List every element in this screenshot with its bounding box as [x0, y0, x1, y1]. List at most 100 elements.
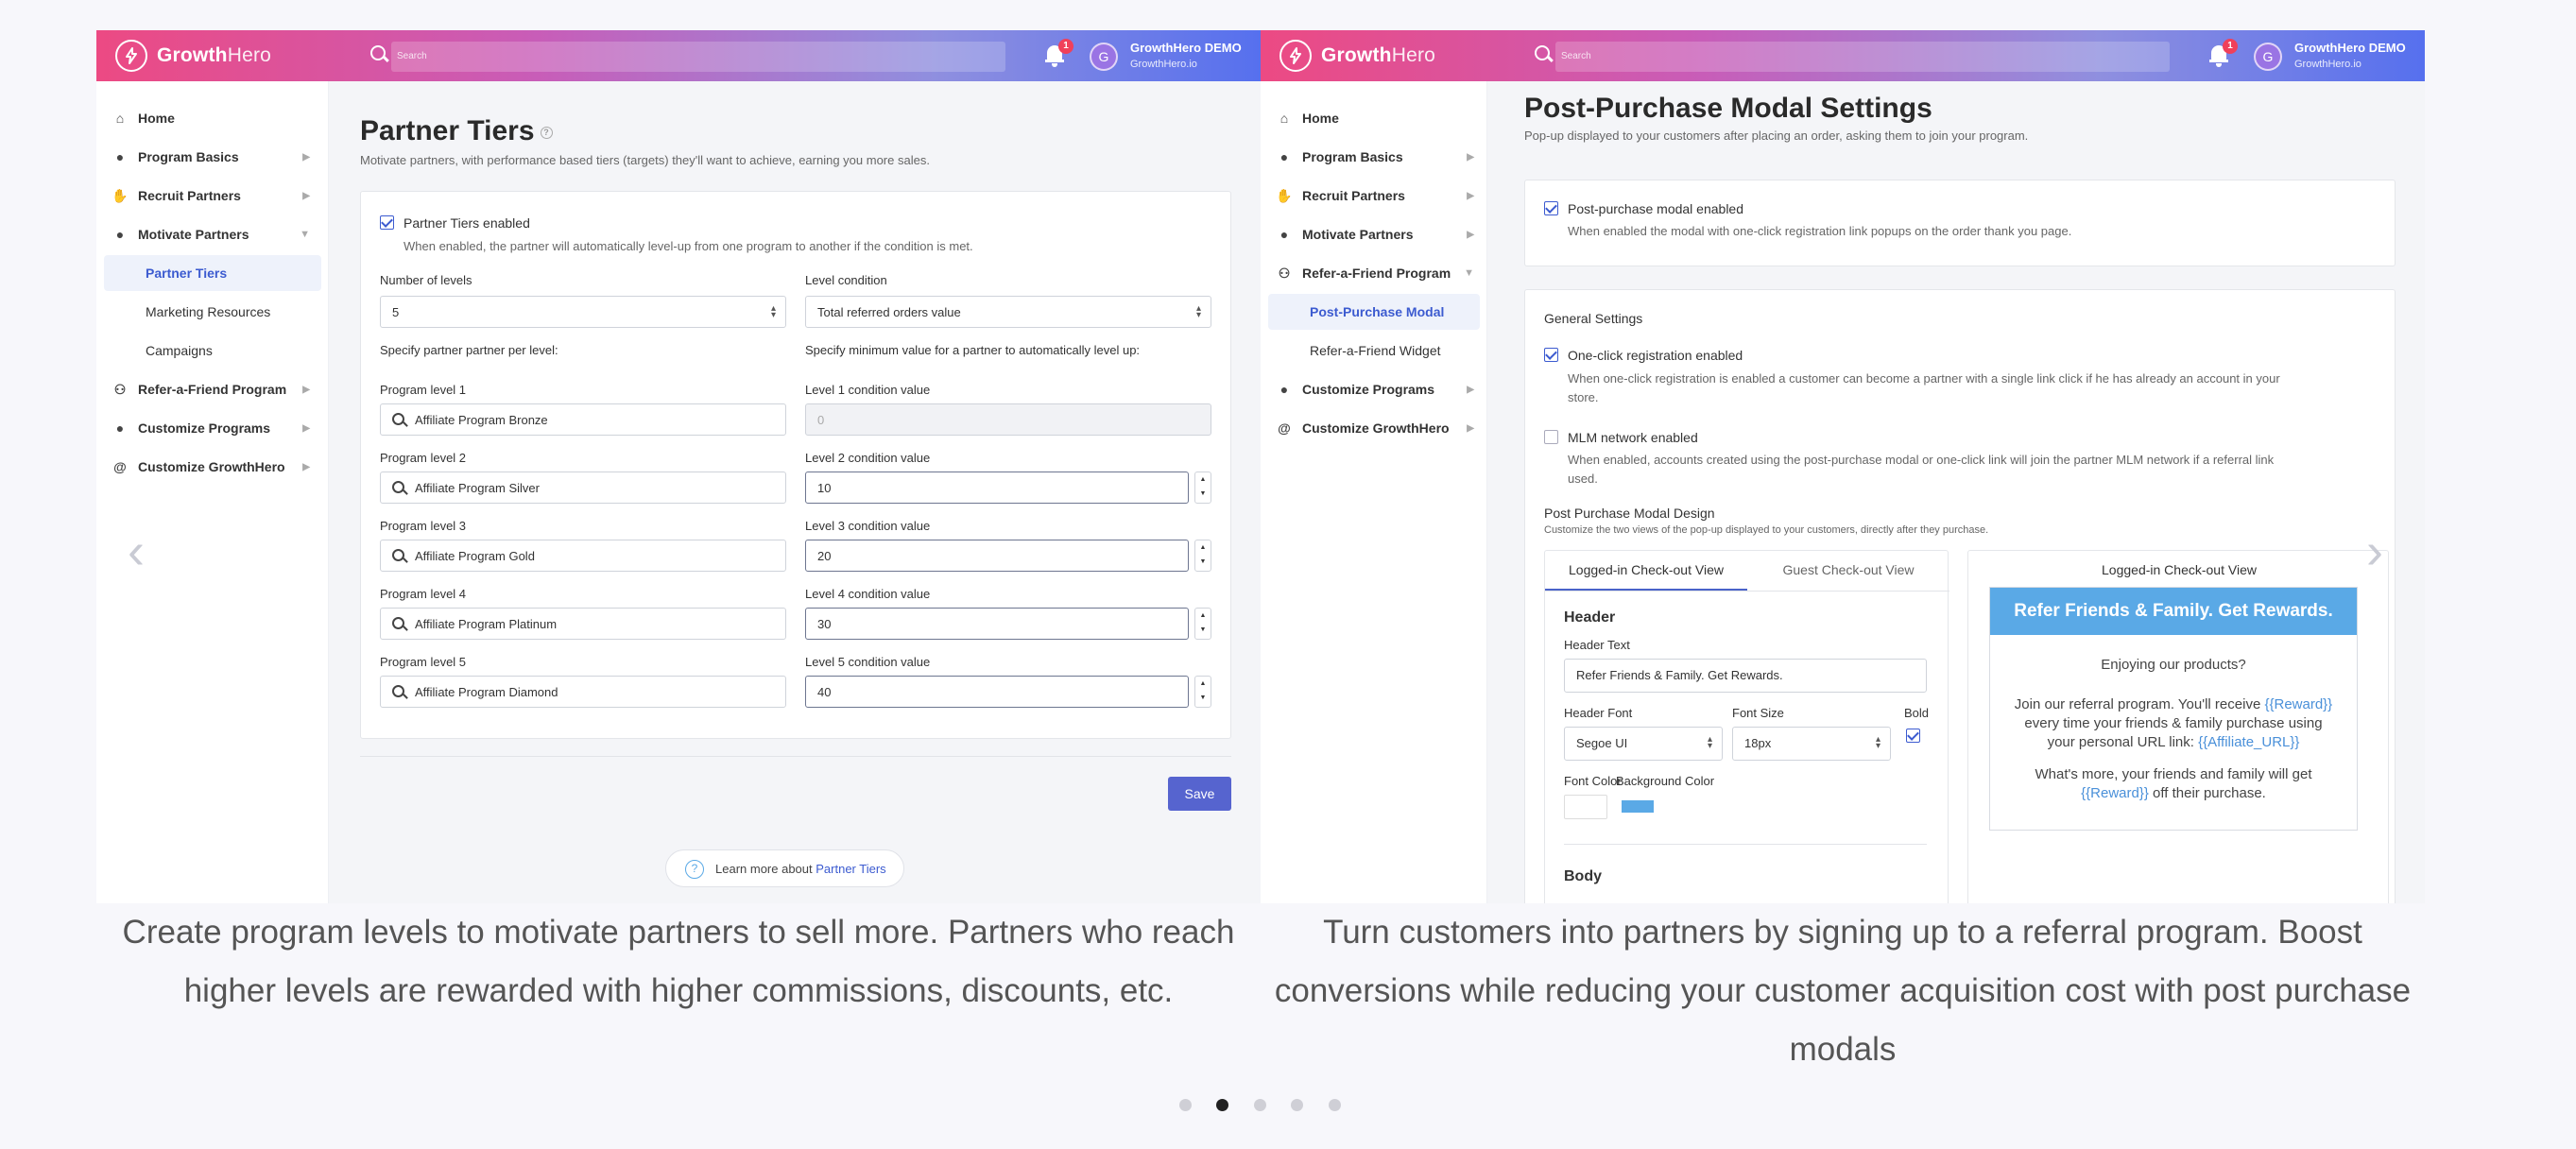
- carousel-dot[interactable]: [1179, 1099, 1192, 1111]
- divider: [360, 756, 1231, 757]
- bold-checkbox[interactable]: [1906, 729, 1920, 743]
- program-level-input[interactable]: Affiliate Program Diamond: [380, 676, 786, 708]
- header-text-input[interactable]: Refer Friends & Family. Get Rewards.: [1564, 659, 1927, 693]
- level-condition-label: Level condition: [805, 273, 887, 287]
- header-section-title: Header: [1564, 609, 1616, 626]
- swirl-icon: @: [113, 459, 127, 474]
- carousel-dot[interactable]: [1254, 1099, 1266, 1111]
- mlm-checkbox[interactable]: [1544, 430, 1558, 444]
- chevron-right-icon: ▶: [302, 461, 310, 472]
- chevron-right-icon: ▶: [1467, 229, 1474, 240]
- mlm-help-cont: used.: [1568, 472, 1598, 486]
- condition-value-input[interactable]: 30: [805, 608, 1189, 640]
- partner-tiers-enabled-checkbox[interactable]: [380, 215, 394, 230]
- sidebar-item-refer-a-friend[interactable]: ⚇ Refer-a-Friend Program ▶: [96, 371, 329, 407]
- chevron-right-icon: ▶: [302, 190, 310, 201]
- avatar[interactable]: G: [1090, 43, 1118, 71]
- sidebar-item-program-basics[interactable]: ● Program Basics ▶: [96, 139, 329, 175]
- save-button[interactable]: Save: [1168, 777, 1231, 811]
- number-stepper[interactable]: ▲ ▼: [1194, 472, 1211, 504]
- design-title: Post Purchase Modal Design: [1544, 506, 1715, 521]
- font-size-select[interactable]: 18px ▴ ▾: [1732, 727, 1891, 761]
- sidebar-item-refer-a-friend[interactable]: ⚇ Refer-a-Friend Program ▼: [1261, 255, 1493, 291]
- level-condition-select[interactable]: Total referred orders value ▴ ▾: [805, 296, 1211, 328]
- search-input[interactable]: Search: [1555, 42, 2170, 72]
- condition-value-label: Level 4 condition value: [805, 587, 931, 601]
- oneclick-help: When one-click registration is enabled a…: [1568, 371, 2280, 386]
- chevron-right-icon: ▶: [1467, 422, 1474, 434]
- user-name[interactable]: GrowthHero DEMO: [2294, 41, 2406, 55]
- sidebar-item-campaigns[interactable]: Campaigns: [96, 333, 329, 369]
- sidebar-item-motivate-partners[interactable]: ● Motivate Partners ▼: [96, 216, 329, 252]
- sidebar-item-customize-programs[interactable]: ● Customize Programs ▶: [96, 410, 329, 446]
- handshake-icon: ✋: [112, 187, 129, 203]
- condition-value-label: Level 5 condition value: [805, 655, 931, 669]
- search-input[interactable]: Search: [391, 42, 1005, 72]
- sidebar-item-motivate-partners[interactable]: ● Motivate Partners ▶: [1261, 216, 1493, 252]
- condition-value-label: Level 3 condition value: [805, 519, 931, 533]
- growthhero-logo-icon[interactable]: [1279, 40, 1312, 72]
- program-level-input[interactable]: Affiliate Program Bronze: [380, 403, 786, 436]
- sidebar-item-recruit-partners[interactable]: ✋ Recruit Partners ▶: [1261, 178, 1493, 214]
- learn-more-link[interactable]: ? Learn more about Partner Tiers: [665, 849, 904, 887]
- general-settings-card: General Settings One-click registration …: [1524, 289, 2396, 903]
- number-stepper[interactable]: ▲ ▼: [1194, 676, 1211, 708]
- program-level-input[interactable]: Affiliate Program Platinum: [380, 608, 786, 640]
- chevron-right-icon[interactable]: ›: [2366, 522, 2383, 580]
- carousel-dot[interactable]: [1329, 1099, 1341, 1111]
- oneclick-checkbox[interactable]: [1544, 348, 1558, 362]
- header-font-label: Header Font: [1564, 706, 1633, 720]
- modal-enabled-checkbox[interactable]: [1544, 201, 1558, 215]
- partner-tiers-card: Partner Tiers enabled When enabled, the …: [360, 191, 1231, 739]
- user-name[interactable]: GrowthHero DEMO: [1130, 41, 1242, 55]
- background-color-swatch[interactable]: [1616, 795, 1659, 819]
- user-site: GrowthHero.io: [2294, 59, 2361, 70]
- sidebar-item-marketing-resources[interactable]: Marketing Resources: [96, 294, 329, 330]
- growthhero-logo-icon[interactable]: [115, 40, 147, 72]
- bold-label: Bold: [1904, 706, 1930, 720]
- num-levels-label: Number of levels: [380, 273, 472, 287]
- carousel-dot[interactable]: [1291, 1099, 1303, 1111]
- carousel-dot-active[interactable]: [1216, 1099, 1228, 1111]
- question-icon: ?: [685, 860, 704, 879]
- search-icon: [392, 685, 404, 697]
- oneclick-help-cont: store.: [1568, 390, 1599, 404]
- search-icon: [392, 413, 404, 425]
- sidebar-item-customize-growthhero[interactable]: @ Customize GrowthHero ▶: [96, 449, 329, 485]
- divider: [1564, 844, 1927, 845]
- condition-value-input[interactable]: 20: [805, 540, 1189, 572]
- num-levels-select[interactable]: 5 ▴ ▾: [380, 296, 786, 328]
- font-size-label: Font Size: [1732, 706, 1784, 720]
- chevron-right-icon: ▶: [1467, 190, 1474, 201]
- font-color-swatch[interactable]: [1564, 795, 1607, 819]
- brand-name: GrowthHero: [157, 44, 272, 66]
- sidebar-item-home[interactable]: ⌂ Home: [96, 100, 329, 136]
- number-stepper[interactable]: ▲ ▼: [1194, 540, 1211, 572]
- tab-guest-view[interactable]: Guest Check-out View: [1747, 551, 1949, 591]
- body-section-title: Body: [1564, 868, 1602, 884]
- sidebar-item-customize-programs[interactable]: ● Customize Programs ▶: [1261, 371, 1493, 407]
- condition-value-input[interactable]: 10: [805, 472, 1189, 504]
- avatar[interactable]: G: [2254, 43, 2282, 71]
- program-level-input[interactable]: Affiliate Program Silver: [380, 472, 786, 504]
- condition-value-input[interactable]: 40: [805, 676, 1189, 708]
- brand-name: GrowthHero: [1321, 44, 1436, 66]
- number-stepper[interactable]: ▲ ▼: [1194, 608, 1211, 640]
- modal-enabled-label: Post-purchase modal enabled: [1568, 201, 1744, 216]
- sidebar-item-program-basics[interactable]: ● Program Basics ▶: [1261, 139, 1493, 175]
- tab-logged-in-view[interactable]: Logged-in Check-out View: [1545, 551, 1747, 591]
- sidebar-item-home[interactable]: ⌂ Home: [1261, 100, 1493, 136]
- chevron-left-icon[interactable]: ‹: [128, 522, 145, 580]
- handshake-icon: ✋: [1276, 187, 1293, 203]
- search-icon: [370, 45, 386, 60]
- sidebar-item-recruit-partners[interactable]: ✋ Recruit Partners ▶: [96, 178, 329, 214]
- sidebar-item-partner-tiers[interactable]: Partner Tiers: [96, 255, 329, 291]
- help-icon[interactable]: ?: [540, 126, 553, 139]
- sidebar-item-refer-a-friend-widget[interactable]: Refer-a-Friend Widget: [1261, 333, 1493, 369]
- screenshot-partner-tiers: GrowthHero Search 1 G GrowthHero DEMO Gr…: [96, 30, 1261, 903]
- header-font-select[interactable]: Segoe UI ▴ ▾: [1564, 727, 1723, 761]
- sidebar-item-customize-growthhero[interactable]: @ Customize GrowthHero ▶: [1261, 410, 1493, 446]
- program-level-input[interactable]: Affiliate Program Gold: [380, 540, 786, 572]
- condition-value-input: 0: [805, 403, 1211, 436]
- sidebar-item-post-purchase-modal[interactable]: Post-Purchase Modal: [1261, 294, 1487, 330]
